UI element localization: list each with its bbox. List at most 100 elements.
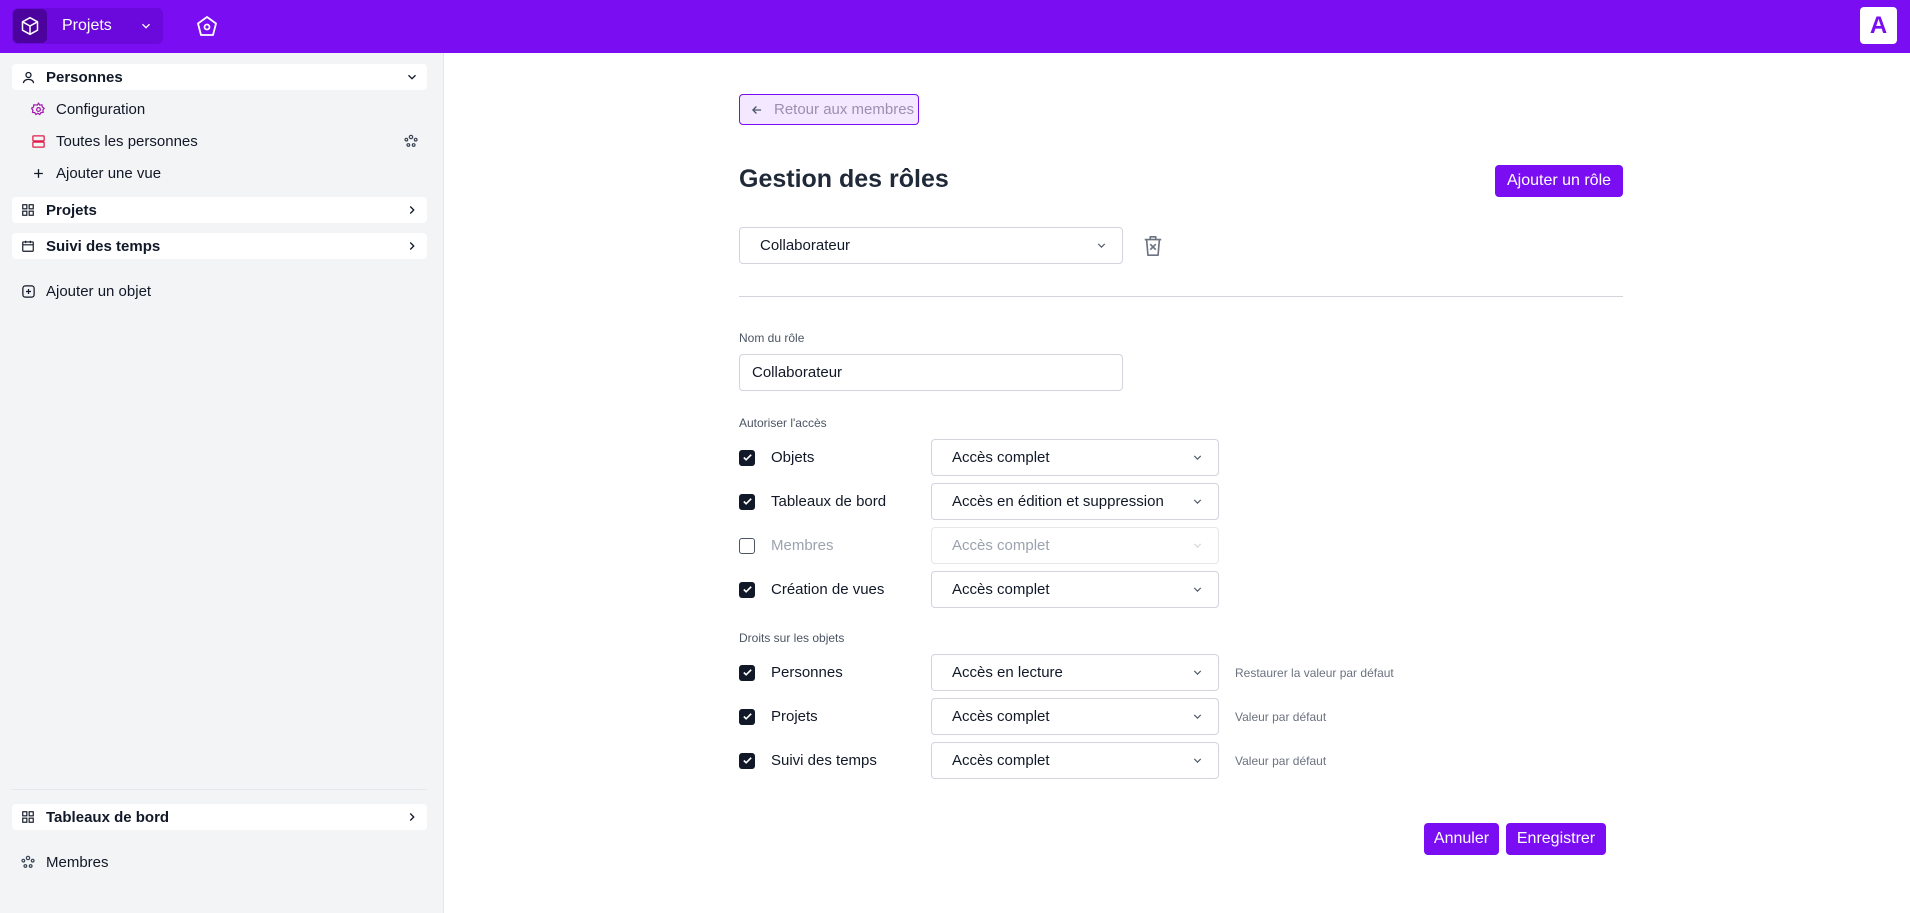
home-icon	[195, 14, 219, 38]
access-label: Création de vues	[771, 581, 885, 598]
sidebar-group-label: Personnes	[46, 68, 123, 86]
calendar-icon	[20, 238, 36, 254]
object-row-suivi-des-temps: Suivi des temps Accès complet Valeur par…	[739, 742, 1639, 779]
access-row-membres: Membres Accès complet	[739, 527, 1639, 564]
object-label: Suivi des temps	[771, 752, 877, 769]
sidebar-item-label: Ajouter une vue	[56, 164, 162, 182]
chevron-down-icon	[405, 70, 419, 84]
plus-square-icon	[20, 283, 36, 299]
project-switcher-label: Projets	[62, 17, 112, 34]
chevron-down-icon	[139, 19, 153, 33]
avatar[interactable]: A	[1860, 7, 1897, 44]
cancel-button[interactable]: Annuler	[1424, 823, 1499, 855]
access-level-value: Accès en édition et suppression	[952, 493, 1164, 510]
access-row-tableaux-de-bord: Tableaux de bord Accès en édition et sup…	[739, 483, 1639, 520]
object-access-select[interactable]: Accès complet	[931, 742, 1219, 779]
checkbox[interactable]	[739, 708, 755, 725]
chevron-down-icon	[1191, 710, 1204, 723]
sidebar-item-toutes-les-personnes[interactable]: Toutes les personnes	[22, 128, 427, 154]
access-section-label: Autoriser l'accès	[739, 416, 827, 430]
page-title: Gestion des rôles	[739, 165, 949, 193]
sidebar-item-label: Toutes les personnes	[56, 132, 198, 150]
sidebar-group-label: Projets	[46, 201, 97, 219]
default-value-note: Valeur par défaut	[1235, 709, 1327, 724]
sidebar-group-projets[interactable]: Projets	[12, 197, 427, 223]
default-value-note: Valeur par défaut	[1235, 753, 1327, 768]
access-row-objets: Objets Accès complet	[739, 439, 1639, 476]
trash-icon	[1142, 234, 1164, 258]
chevron-right-icon	[405, 810, 419, 824]
checkbox[interactable]	[739, 449, 755, 466]
role-select[interactable]: Collaborateur	[739, 227, 1123, 264]
settings-icon	[30, 101, 46, 117]
home-button[interactable]	[193, 12, 221, 40]
access-row-creation-de-vues: Création de vues Accès complet	[739, 571, 1639, 608]
database-icon	[30, 133, 46, 149]
role-select-value: Collaborateur	[760, 237, 851, 254]
sidebar-group-label: Suivi des temps	[46, 237, 161, 255]
sidebar-item-configuration[interactable]: Configuration	[22, 96, 427, 122]
grid-icon	[20, 202, 36, 218]
role-name-label: Nom du rôle	[739, 331, 805, 345]
add-role-button[interactable]: Ajouter un rôle	[1495, 165, 1623, 197]
chevron-right-icon	[405, 203, 419, 217]
access-level-value: Accès complet	[952, 537, 1050, 554]
cube-icon	[13, 9, 47, 43]
sidebar-add-object[interactable]: Ajouter un objet	[12, 278, 427, 304]
top-bar: Projets A	[0, 0, 1910, 53]
sidebar-group-label: Tableaux de bord	[46, 808, 170, 826]
sidebar-item-label: Membres	[46, 853, 109, 871]
sidebar-group-suivi-des-temps[interactable]: Suivi des temps	[12, 233, 427, 259]
sidebar-item-ajouter-une-vue[interactable]: Ajouter une vue	[22, 160, 427, 186]
delete-role-button[interactable]	[1141, 233, 1165, 259]
group-icon[interactable]	[403, 133, 419, 149]
access-level-select[interactable]: Accès en édition et suppression	[931, 483, 1219, 520]
object-label: Personnes	[771, 664, 843, 681]
access-level-select: Accès complet	[931, 527, 1219, 564]
chevron-down-icon	[1191, 666, 1204, 679]
chevron-down-icon	[1095, 239, 1108, 252]
section-divider	[739, 296, 1623, 297]
plus-icon	[30, 165, 46, 181]
back-button-label: Retour aux membres	[774, 101, 915, 118]
back-to-members-button[interactable]: Retour aux membres	[739, 94, 919, 125]
user-icon	[20, 69, 36, 85]
group-icon	[20, 854, 36, 870]
save-button[interactable]: Enregistrer	[1506, 823, 1606, 855]
sidebar-item-membres[interactable]: Membres	[12, 849, 427, 875]
chevron-down-icon	[1191, 451, 1204, 464]
sidebar-group-tableaux-de-bord[interactable]: Tableaux de bord	[12, 804, 427, 830]
chevron-down-icon	[1191, 754, 1204, 767]
access-label: Tableaux de bord	[771, 493, 887, 510]
checkbox[interactable]	[739, 537, 755, 554]
access-label: Membres	[771, 537, 834, 554]
object-row-projets: Projets Accès complet Valeur par défaut	[739, 698, 1639, 735]
object-access-value: Accès en lecture	[952, 664, 1063, 681]
role-name-input[interactable]	[739, 354, 1123, 391]
chevron-down-icon	[1191, 539, 1204, 552]
sidebar-item-label: Ajouter un objet	[46, 282, 152, 300]
access-level-value: Accès complet	[952, 449, 1050, 466]
access-level-value: Accès complet	[952, 581, 1050, 598]
sidebar: Personnes Configuration Toutes les perso…	[0, 53, 444, 913]
checkbox[interactable]	[739, 581, 755, 598]
arrow-left-icon	[750, 103, 764, 117]
checkbox[interactable]	[739, 664, 755, 681]
chevron-down-icon	[1191, 583, 1204, 596]
sidebar-divider	[12, 789, 427, 790]
object-row-personnes: Personnes Accès en lecture Restaurer la …	[739, 654, 1639, 691]
object-access-value: Accès complet	[952, 708, 1050, 725]
access-level-select[interactable]: Accès complet	[931, 439, 1219, 476]
checkbox[interactable]	[739, 752, 755, 769]
project-switcher[interactable]: Projets	[12, 8, 163, 44]
object-access-value: Accès complet	[952, 752, 1050, 769]
access-level-select[interactable]: Accès complet	[931, 571, 1219, 608]
object-access-select[interactable]: Accès complet	[931, 698, 1219, 735]
access-label: Objets	[771, 449, 815, 466]
object-access-select[interactable]: Accès en lecture	[931, 654, 1219, 691]
grid-icon	[20, 809, 36, 825]
main-content: Retour aux membres Gestion des rôles Ajo…	[445, 53, 1910, 913]
restore-default-link[interactable]: Restaurer la valeur par défaut	[1235, 666, 1394, 680]
sidebar-group-personnes[interactable]: Personnes	[12, 64, 427, 90]
checkbox[interactable]	[739, 493, 755, 510]
